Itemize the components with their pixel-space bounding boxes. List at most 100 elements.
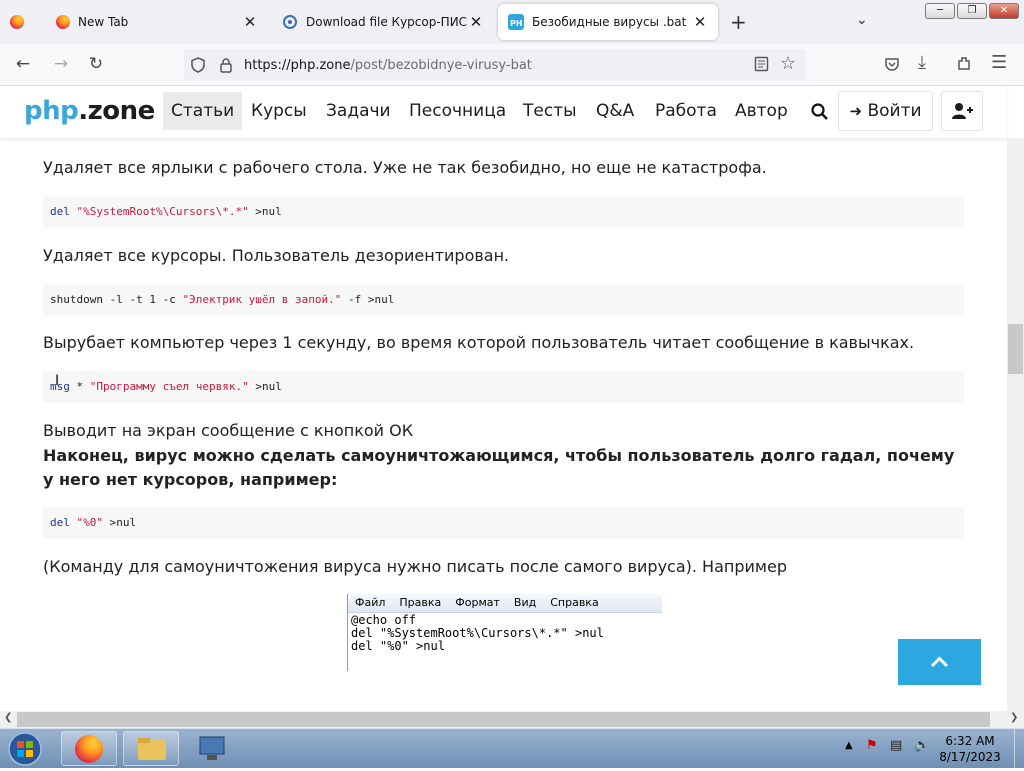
code-keyword: del: [50, 205, 70, 218]
code-string: "Программу съел червяк.": [89, 380, 249, 393]
menu-item-jobs[interactable]: Работа: [647, 92, 725, 130]
code-rest: >nul: [248, 380, 282, 393]
code-rest: -f >nul: [341, 293, 395, 306]
minimize-button[interactable]: ─: [925, 3, 955, 19]
code-block: shutdown -l -t 1 -c "Электрик ушёл в зап…: [42, 284, 964, 316]
code-string: "%0": [76, 516, 104, 529]
tab-active-article[interactable]: PH Безобидные вирусы .bat ✕: [498, 4, 718, 40]
taskbar-explorer[interactable]: [123, 731, 179, 766]
clock-date: 8/17/2023: [939, 750, 1001, 764]
tray-expand-icon[interactable]: ▲: [845, 740, 853, 751]
url-host: https://php.zone: [244, 58, 351, 73]
tab-pinned-firefox[interactable]: [0, 4, 42, 40]
pocket-icon[interactable]: [884, 56, 900, 72]
network-icon[interactable]: ▤: [890, 738, 902, 753]
tab-new-tab[interactable]: New Tab ✕: [46, 4, 268, 40]
action-center-flag-icon[interactable]: ⚑: [866, 738, 878, 753]
menu-item-qa[interactable]: Q&A: [588, 92, 642, 130]
extensions-icon[interactable]: [956, 55, 973, 72]
firefox-icon: [56, 15, 70, 29]
back-arrow-icon[interactable]: ←: [12, 53, 34, 75]
taskbar-firefox[interactable]: [61, 731, 117, 766]
login-button[interactable]: ➜ Войти: [838, 91, 933, 131]
code-text: shutdown -l -t 1 -c: [50, 293, 183, 306]
register-button[interactable]: [941, 91, 983, 131]
lock-icon[interactable]: [219, 57, 233, 73]
phpzone-favicon-icon: PH: [508, 14, 524, 30]
menu-item-courses[interactable]: Курсы: [243, 92, 315, 130]
menu-hamburger-icon[interactable]: ☰: [991, 52, 1007, 73]
login-label: Войти: [867, 101, 922, 121]
code-text: *: [69, 380, 90, 393]
notepad-menu-format: Формат: [455, 596, 500, 609]
restore-button[interactable]: ❐: [957, 3, 987, 19]
chevron-up-icon: [930, 656, 949, 668]
volume-icon[interactable]: 🔈: [914, 738, 930, 753]
code-block: del "%0" >nul: [42, 507, 964, 539]
logo-php: php: [24, 96, 79, 126]
horizontal-scrollbar-thumb[interactable]: [17, 712, 990, 727]
scroll-left-icon[interactable]: ❮: [4, 712, 12, 723]
clock-time: 6:32 AM: [945, 734, 995, 748]
paragraph: Удаляет все курсоры. Пользователь дезори…: [43, 246, 510, 265]
notepad-menu-edit: Правка: [399, 596, 442, 609]
close-icon[interactable]: ✕: [242, 13, 258, 31]
menu-item-author[interactable]: Автор: [727, 92, 796, 130]
text-cursor-icon: I: [55, 373, 60, 389]
close-window-button[interactable]: ✕: [989, 3, 1019, 19]
notepad-menu-file: Файл: [355, 596, 386, 609]
paragraph-bold: Наконец, вирус можно сделать самоуничтож…: [43, 446, 955, 489]
forward-arrow-icon[interactable]: →: [50, 53, 72, 75]
tab-label: Download file Курсор-ПИСЮН: [306, 15, 468, 29]
notepad-text: @echo off del "%SystemRoot%\Cursors\*.*" …: [351, 614, 604, 653]
notepad-menu: Файл Правка Формат Вид Справка: [348, 594, 662, 613]
notepad-menu-help: Справка: [550, 596, 599, 609]
bookmark-star-icon[interactable]: ☆: [780, 53, 796, 74]
notepad-menu-view: Вид: [513, 596, 537, 609]
menu-item-tests[interactable]: Тесты: [515, 92, 585, 130]
code-keyword: del: [50, 516, 70, 529]
shield-icon[interactable]: [190, 57, 206, 73]
scroll-to-top-button[interactable]: [898, 639, 981, 685]
tab-label: New Tab: [78, 15, 129, 29]
scroll-right-icon[interactable]: ❯: [1010, 712, 1018, 723]
url-text[interactable]: https://php.zone/post/bezobidnye-virusy-…: [244, 58, 532, 73]
reader-view-icon[interactable]: [754, 56, 769, 72]
taskbar-network-app[interactable]: [190, 731, 234, 766]
code-block: del "%SystemRoot%\Cursors\*.*" >nul: [42, 196, 964, 228]
menu-item-tasks[interactable]: Задачи: [318, 92, 399, 130]
system-clock[interactable]: 6:32 AM 8/17/2023: [930, 733, 1010, 765]
tab-label: Безобидные вирусы .bat: [532, 15, 687, 29]
code-keyword: msg: [50, 380, 70, 393]
firefox-icon: [75, 735, 103, 763]
tab-list-chevron-icon[interactable]: ⌄: [856, 12, 868, 28]
new-tab-button[interactable]: +: [730, 10, 747, 34]
search-icon[interactable]: [811, 103, 828, 120]
downloads-icon[interactable]: ⤓: [918, 52, 926, 73]
folder-icon: [138, 738, 166, 760]
download-site-icon: [283, 15, 297, 29]
code-rest: >nul: [248, 205, 282, 218]
close-icon[interactable]: ✕: [692, 13, 708, 31]
reload-icon[interactable]: ↻: [85, 53, 107, 75]
site-logo[interactable]: php.zone: [24, 96, 155, 126]
vertical-scrollbar[interactable]: [1007, 138, 1024, 711]
paragraph: Удаляет все ярлыки с рабочего стола. Уже…: [43, 158, 767, 177]
computer-icon: [199, 736, 225, 760]
close-icon[interactable]: ✕: [468, 13, 484, 31]
show-desktop-button[interactable]: [1014, 729, 1024, 768]
add-user-icon: [952, 103, 973, 119]
firefox-icon: [10, 15, 24, 29]
logo-zone: .zone: [78, 96, 155, 126]
url-path: /post/bezobidnye-virusy-bat: [350, 58, 532, 73]
notepad-line: del "%0" >nul: [351, 639, 445, 653]
paragraph: (Команду для самоуничтожения вируса нужн…: [43, 557, 787, 576]
menu-item-sandbox[interactable]: Песочница: [401, 92, 514, 130]
paragraph: Вырубает компьютер через 1 секунду, во в…: [43, 333, 915, 352]
menu-item-articles[interactable]: Статьи: [163, 92, 243, 130]
start-button-icon[interactable]: [6, 731, 44, 767]
paragraph: Выводит на экран сообщение с кнопкой ОК: [43, 421, 414, 440]
vertical-scrollbar-thumb[interactable]: [1008, 324, 1023, 374]
code-rest: >nul: [103, 516, 137, 529]
tab-download[interactable]: Download file Курсор-ПИСЮН ✕: [272, 4, 494, 40]
